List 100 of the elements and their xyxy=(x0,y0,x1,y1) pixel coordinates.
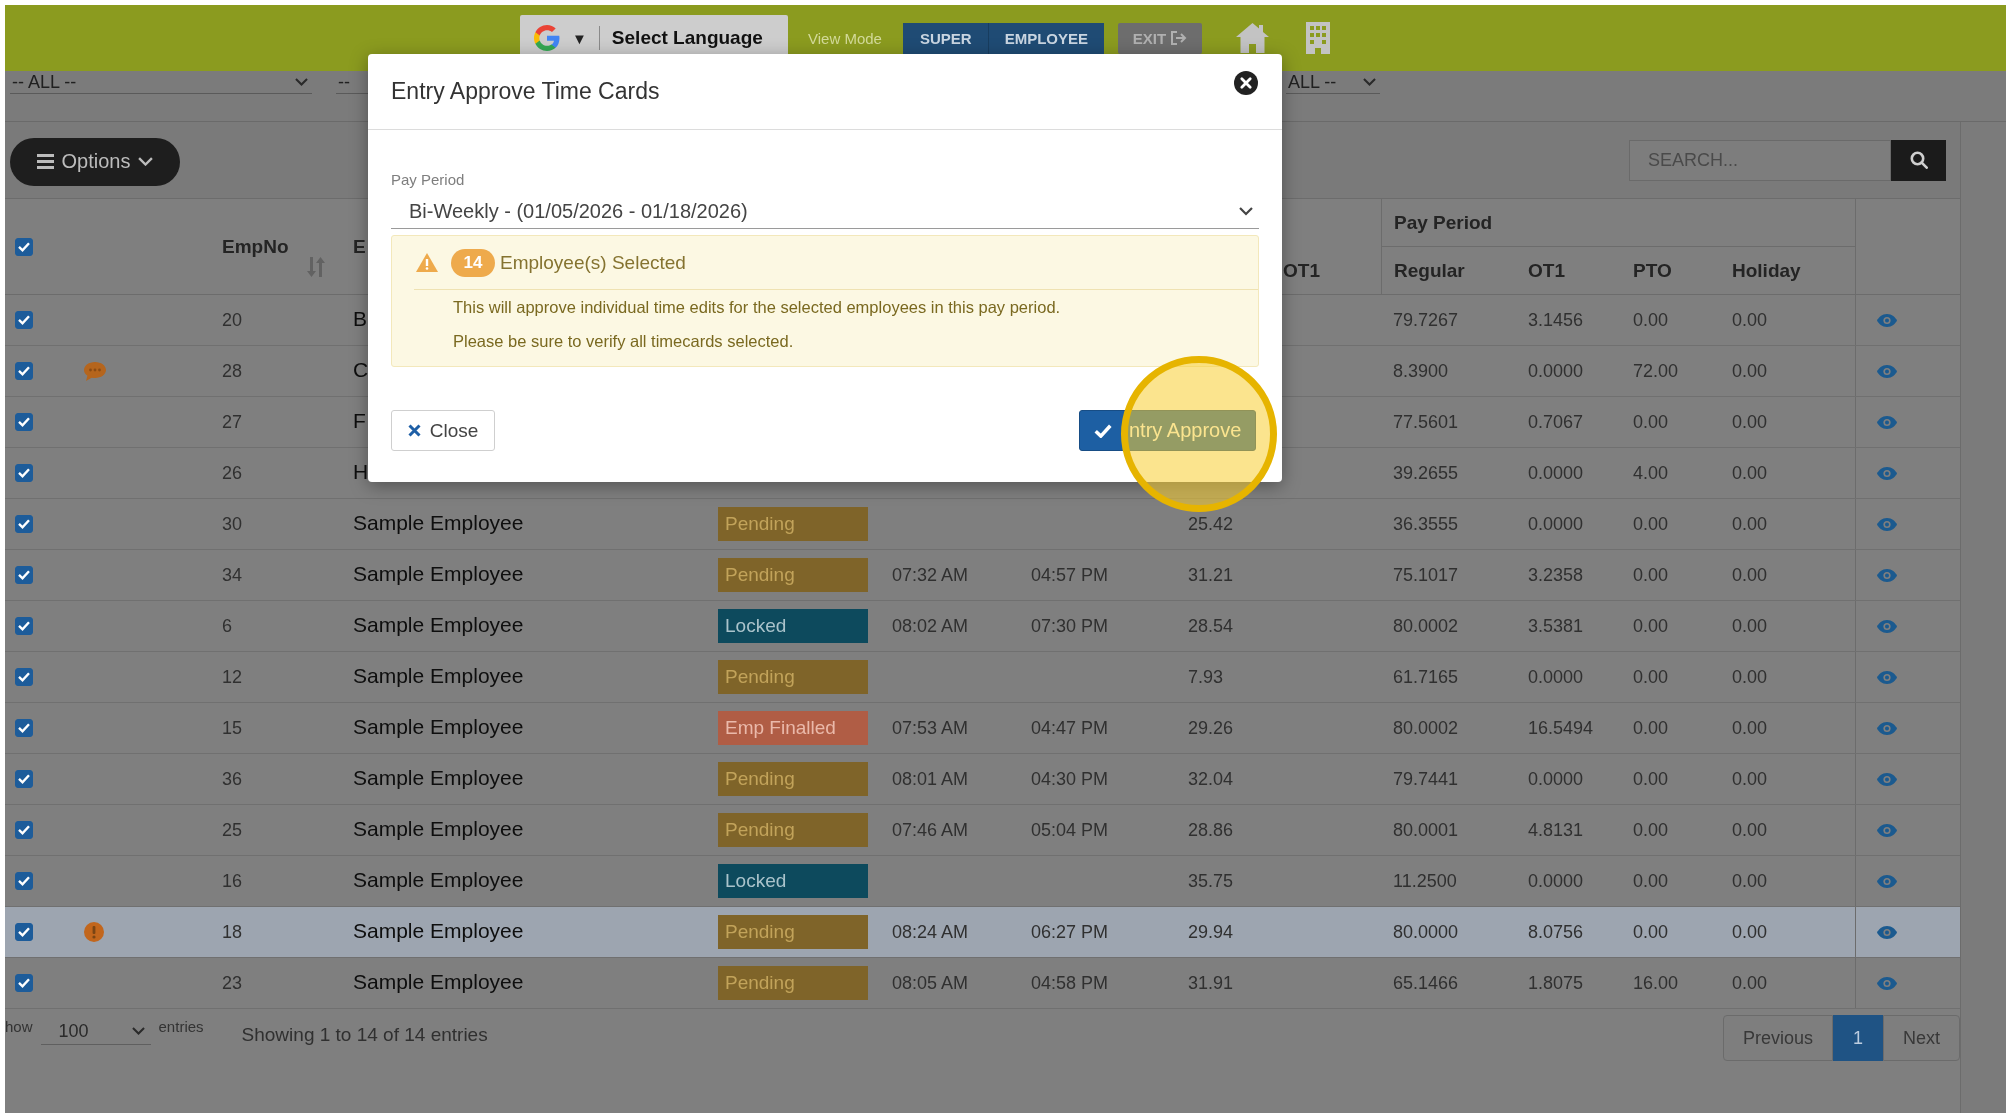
table-cell: 80.0001 xyxy=(1393,819,1459,841)
eye-icon[interactable] xyxy=(1877,517,1897,531)
page-button[interactable]: Next xyxy=(1883,1015,1960,1061)
employee-name: Sample Employee xyxy=(353,867,524,892)
checkbox[interactable] xyxy=(15,515,33,533)
eye-icon[interactable] xyxy=(1877,415,1897,429)
close-button[interactable]: Close xyxy=(391,410,495,451)
checkbox[interactable] xyxy=(15,872,33,890)
column-header[interactable]: OT1 xyxy=(1528,260,1565,282)
table-cell: 3.1456 xyxy=(1528,309,1584,331)
eye-icon[interactable] xyxy=(1877,823,1897,837)
table-cell: 07:53 AM xyxy=(892,717,969,739)
table-row[interactable]: 36 Sample Employee Pending 08:01 AM 04:30 PM 32.04 79.7441 0.0000 0.00 0.00 xyxy=(5,754,1960,805)
dialog-title: Entry Approve Time Cards xyxy=(391,78,660,105)
building-icon[interactable] xyxy=(1306,22,1330,54)
table-cell: 3.5381 xyxy=(1528,615,1584,637)
exit-button[interactable]: EXIT xyxy=(1118,22,1202,54)
page-size-select[interactable]: 100 xyxy=(40,1019,151,1045)
checkbox[interactable] xyxy=(15,413,33,431)
table-cell: 77.5601 xyxy=(1393,411,1459,433)
table-row[interactable]: 23 Sample Employee Pending 08:05 AM 04:58 PM 31.91 65.1466 1.8075 16.00 0.00 xyxy=(5,958,1960,1009)
eye-icon[interactable] xyxy=(1877,364,1897,378)
table-row[interactable]: 34 Sample Employee Pending 07:32 AM 04:57 PM 31.21 75.1017 3.2358 0.00 0.00 xyxy=(5,550,1960,601)
column-header[interactable]: Regular xyxy=(1394,260,1465,282)
table-cell: 0.00 xyxy=(1633,615,1669,637)
options-button[interactable]: Options xyxy=(10,137,180,186)
table-cell: 35.75 xyxy=(1188,870,1234,892)
table-row[interactable]: 25 Sample Employee Pending 07:46 AM 05:04 PM 28.86 80.0001 4.8131 0.00 0.00 xyxy=(5,805,1960,856)
checkbox[interactable] xyxy=(15,311,33,329)
show-label: how xyxy=(5,1018,33,1036)
eye-icon[interactable] xyxy=(1877,670,1897,684)
eye-icon[interactable] xyxy=(1877,466,1897,480)
search-button[interactable] xyxy=(1891,139,1946,181)
table-cell: 0.00 xyxy=(1633,666,1669,688)
checkbox[interactable] xyxy=(15,770,33,788)
filter-select[interactable]: -- ALL -- xyxy=(10,71,312,94)
page-button[interactable]: Previous xyxy=(1722,1015,1833,1061)
status-badge: Pending xyxy=(718,660,868,694)
eye-icon[interactable] xyxy=(1877,976,1897,990)
table-cell: 39.2655 xyxy=(1393,462,1459,484)
entries-info: Showing 1 to 14 of 14 entries xyxy=(241,1024,488,1046)
table-row[interactable]: 30 Sample Employee Pending 25.42 36.3555 0.0000 0.00 0.00 xyxy=(5,499,1960,550)
column-header[interactable]: EmpNo xyxy=(222,236,289,258)
table-cell: 0.0000 xyxy=(1528,462,1584,484)
close-icon[interactable] xyxy=(1234,70,1258,95)
table-cell: 20 xyxy=(222,309,243,331)
checkbox[interactable] xyxy=(15,566,33,584)
column-header[interactable]: E xyxy=(353,236,366,258)
warning-heading: Employee(s) Selected xyxy=(500,251,686,274)
table-cell: 0.00 xyxy=(1732,564,1768,586)
table-cell: 0.00 xyxy=(1732,309,1768,331)
filter-select[interactable]: ALL -- xyxy=(1286,71,1380,94)
table-cell: 0.00 xyxy=(1732,870,1768,892)
table-row[interactable]: 15 Sample Employee Emp Finalled 07:53 AM 04:47 PM 29.26 80.0002 16.5494 0.00 0.00 xyxy=(5,703,1960,754)
eye-icon[interactable] xyxy=(1877,772,1897,786)
page-button[interactable]: 1 xyxy=(1832,1015,1883,1061)
checkbox[interactable] xyxy=(15,668,33,686)
checkbox[interactable] xyxy=(15,923,33,941)
table-row[interactable]: 18 Sample Employee Pending 08:24 AM 06:27 PM 29.94 80.0000 8.0756 0.00 0.00 xyxy=(5,907,1960,958)
table-cell: 07:32 AM xyxy=(892,564,969,586)
view-mode-button[interactable]: EMPLOYEE xyxy=(987,22,1104,54)
employee-name: F xyxy=(353,408,366,433)
checkbox[interactable] xyxy=(15,238,33,256)
eye-icon[interactable] xyxy=(1877,619,1897,633)
table-cell: 6 xyxy=(222,615,232,637)
table-cell: 28.54 xyxy=(1188,615,1234,637)
eye-icon[interactable] xyxy=(1877,721,1897,735)
chevron-down-icon xyxy=(1239,207,1253,216)
checkbox[interactable] xyxy=(15,617,33,635)
table-cell: 08:02 AM xyxy=(892,615,969,637)
eye-icon[interactable] xyxy=(1877,925,1897,939)
checkbox[interactable] xyxy=(15,464,33,482)
checkbox[interactable] xyxy=(15,362,33,380)
column-header[interactable]: Holiday xyxy=(1732,260,1801,282)
pay-period-select[interactable]: Bi-Weekly - (01/05/2026 - 01/18/2026) xyxy=(391,195,1259,229)
view-mode-button[interactable]: SUPER xyxy=(902,22,988,54)
table-cell: 0.00 xyxy=(1732,819,1768,841)
eye-icon[interactable] xyxy=(1877,313,1897,327)
table-row[interactable]: 6 Sample Employee Locked 08:02 AM 07:30 PM 28.54 80.0002 3.5381 0.00 0.00 xyxy=(5,601,1960,652)
field-label: Pay Period xyxy=(391,171,465,189)
checkbox[interactable] xyxy=(15,719,33,737)
checkbox[interactable] xyxy=(15,821,33,839)
table-cell: 80.0002 xyxy=(1393,615,1459,637)
table-cell: 16 xyxy=(222,870,243,892)
alert-icon[interactable] xyxy=(84,922,104,942)
column-header[interactable]: PTO xyxy=(1633,260,1672,282)
employee-name: Sample Employee xyxy=(353,969,524,994)
table-cell: 36.3555 xyxy=(1393,513,1459,535)
status-badge: Locked xyxy=(718,864,868,898)
eye-icon[interactable] xyxy=(1877,874,1897,888)
table-cell: 0.00 xyxy=(1633,819,1669,841)
eye-icon[interactable] xyxy=(1877,568,1897,582)
checkbox[interactable] xyxy=(15,974,33,992)
employee-name: Sample Employee xyxy=(353,714,524,739)
table-cell: 79.7267 xyxy=(1393,309,1459,331)
home-icon[interactable] xyxy=(1236,23,1269,53)
table-cell: 28 xyxy=(222,360,243,382)
table-cell: 16.5494 xyxy=(1528,717,1594,739)
column-header[interactable]: OT1 xyxy=(1283,260,1320,282)
table-row[interactable]: 12 Sample Employee Pending 7.93 61.7165 0.0000 0.00 0.00 xyxy=(5,652,1960,703)
